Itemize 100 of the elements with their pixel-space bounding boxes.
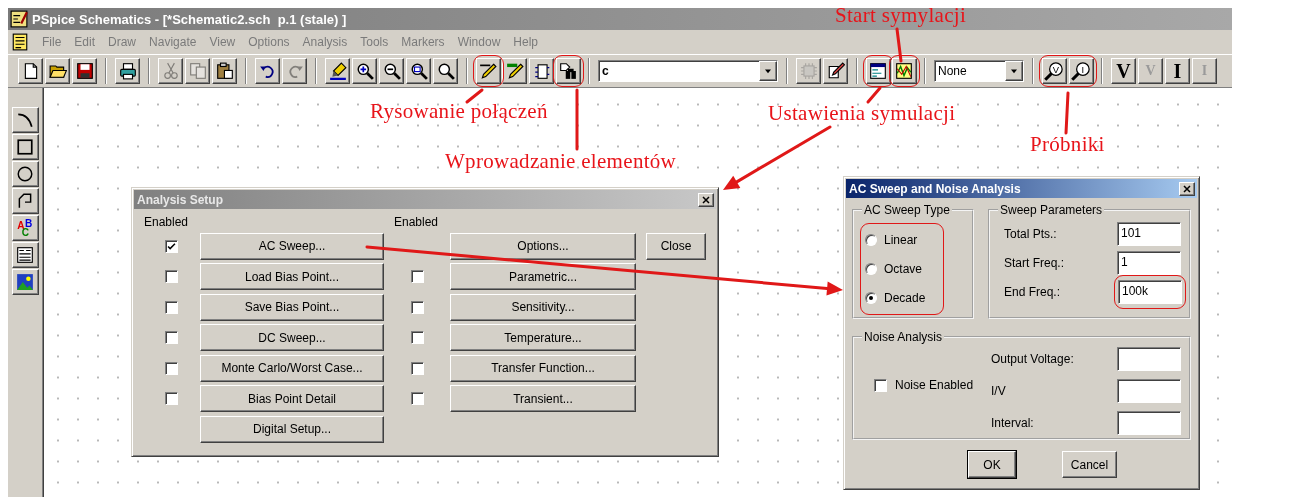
field-label: Start Freq.: (1004, 256, 1065, 270)
toolbar-button[interactable] (255, 58, 280, 84)
toolbar-button[interactable] (406, 58, 431, 84)
dialog-title: AC Sweep and Noise Analysis (849, 181, 1021, 196)
field-label: Total Pts.: (1004, 227, 1057, 241)
checkbox[interactable] (410, 300, 424, 314)
field-label: End Freq.: (1004, 285, 1061, 299)
text-field[interactable] (1117, 411, 1181, 435)
magnifier-icon (436, 62, 455, 80)
checkbox[interactable] (164, 392, 178, 405)
palette-button[interactable] (11, 269, 39, 295)
analysis-button[interactable]: Monte Carlo/Worst Case... (200, 354, 384, 382)
toolbar-button[interactable] (379, 58, 404, 84)
analysis-button[interactable]: Bias Point Detail (200, 385, 384, 412)
close-button[interactable]: Close (646, 232, 706, 260)
checkbox[interactable] (410, 361, 424, 375)
window-title: PSpice Schematics - [*Schematic2.sch p.1 (stale) ] (32, 11, 347, 27)
checkbox[interactable] (410, 270, 424, 283)
toolbar-button[interactable] (18, 58, 43, 84)
dropdown-field[interactable]: None (934, 60, 1024, 82)
checkbox[interactable] (874, 378, 887, 392)
palette-button[interactable] (11, 242, 39, 268)
analysis-button[interactable]: DC Sweep... (200, 324, 384, 351)
palette-button[interactable] (11, 188, 39, 214)
annotation-label: Start symylacji (835, 3, 967, 28)
checkbox[interactable] (164, 331, 178, 344)
analysis-button[interactable]: Transient... (450, 385, 636, 412)
copy-icon (188, 62, 207, 80)
palette-button[interactable] (11, 107, 39, 133)
radio-button[interactable] (865, 263, 877, 275)
printer-icon (118, 62, 137, 80)
dropdown-field[interactable]: c (598, 60, 778, 82)
close-button[interactable] (698, 192, 714, 207)
radio-button[interactable] (865, 234, 877, 246)
analysis-button[interactable]: Save Bias Point... (200, 293, 384, 321)
toolbar-button[interactable] (529, 58, 554, 84)
analysis-button[interactable]: Parametric... (450, 263, 636, 290)
toolbar-button[interactable] (212, 58, 237, 84)
toolbar-button[interactable]: I (1165, 58, 1190, 84)
checkbox[interactable] (164, 300, 178, 314)
text-field[interactable]: 101 (1117, 222, 1181, 246)
toolbar-button[interactable]: V (1111, 58, 1136, 84)
checkbox[interactable] (164, 270, 178, 283)
dialog-title: Analysis Setup (137, 192, 224, 207)
chip-icon (799, 62, 818, 80)
leader-line (1064, 91, 1070, 135)
analysis-button[interactable]: Options... (450, 232, 636, 260)
column-header: Enabled (143, 215, 190, 229)
close-icon (700, 193, 712, 206)
zoom-in-icon (355, 62, 374, 80)
toolbar-button[interactable] (352, 58, 377, 84)
analysis-button[interactable]: Sensitivity... (450, 293, 636, 321)
image-icon (16, 273, 34, 291)
dialog-button[interactable]: OK (968, 451, 1016, 478)
text-field[interactable]: 1 (1117, 251, 1181, 275)
text-field[interactable]: 100k (1118, 280, 1182, 304)
field-label: I/V (991, 384, 1006, 398)
toolbar-button[interactable] (115, 58, 140, 84)
column-header: Enabled (393, 215, 440, 229)
toolbar-button[interactable] (72, 58, 97, 84)
analysis-button[interactable]: Transfer Function... (450, 354, 636, 382)
toolbar-button[interactable] (45, 58, 70, 84)
dropdown-button[interactable] (759, 61, 777, 81)
waveform-icon (895, 62, 913, 80)
window-icon (869, 62, 887, 80)
close-icon (1181, 182, 1193, 195)
group-label: AC Sweep Type (863, 203, 951, 217)
dialog-button[interactable]: Cancel (1062, 451, 1117, 478)
analysis-button[interactable]: AC Sweep... (200, 232, 384, 260)
annotation-label: Rysowanie połączeń (370, 99, 548, 124)
palette-button[interactable] (11, 134, 39, 160)
group-label: Sweep Parameters (999, 203, 1104, 217)
dropdown-button[interactable] (1005, 61, 1023, 81)
palette-button[interactable] (11, 161, 39, 187)
leader-line (575, 88, 579, 151)
option-label: Linear (884, 233, 918, 247)
toolbar-button[interactable] (502, 58, 527, 84)
scissors-icon (161, 62, 180, 80)
check-icon (165, 240, 177, 252)
marker-pen-icon (328, 62, 347, 80)
checkbox[interactable] (410, 331, 424, 344)
analysis-button[interactable]: Digital Setup... (200, 415, 384, 443)
analysis-button[interactable]: Load Bias Point... (200, 263, 384, 290)
group-label: Noise Analysis (863, 330, 944, 344)
text-field[interactable] (1117, 347, 1181, 371)
radio-button[interactable] (865, 292, 877, 304)
analysis-button[interactable]: Temperature... (450, 324, 636, 351)
annotation-label: Wprowadzanie elementów (445, 149, 677, 174)
text-field[interactable] (1117, 379, 1181, 403)
field-label: Interval: (991, 416, 1034, 430)
toolbar-button[interactable] (823, 58, 848, 84)
checkbox[interactable] (410, 392, 424, 405)
toolbar-button[interactable] (325, 58, 350, 84)
checkbox-label: Noise Enabled (895, 378, 974, 392)
arc-icon (16, 111, 34, 129)
open-folder-icon (48, 62, 67, 80)
checkbox[interactable] (164, 361, 178, 375)
close-button[interactable] (1179, 181, 1195, 196)
toolbar-button[interactable] (433, 58, 458, 84)
checkbox[interactable] (164, 239, 178, 253)
